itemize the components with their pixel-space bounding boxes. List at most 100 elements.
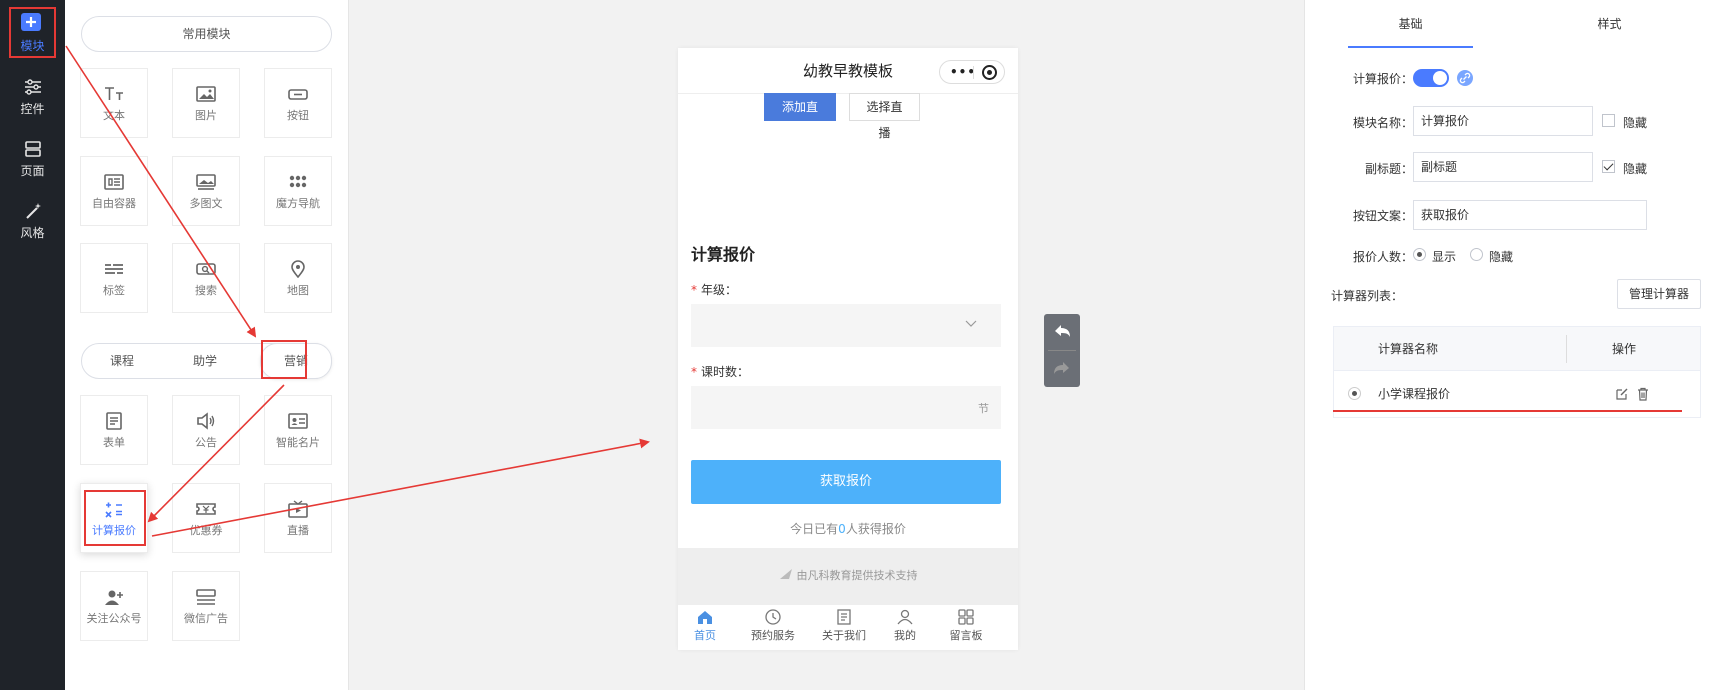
phone-preview: 幼教早教模板 ••• 添加直播 选择直播 计算报价 * 年级： * 课时数： 节 获… xyxy=(678,48,1018,650)
multi-image-icon xyxy=(196,174,216,190)
get-quote-button[interactable]: 获取报价 xyxy=(691,460,1001,504)
ad-banner-icon xyxy=(196,589,216,605)
calc-quote-toggle[interactable] xyxy=(1413,69,1449,87)
undo-icon xyxy=(1055,325,1070,337)
image-icon xyxy=(196,86,216,102)
module-tile-image[interactable]: 图片 xyxy=(172,68,240,138)
container-icon xyxy=(104,174,124,190)
tab-common-modules[interactable]: 常用模块 xyxy=(82,17,331,51)
module-tile-announcement[interactable]: 公告 xyxy=(172,395,240,465)
speaker-icon xyxy=(197,412,215,430)
module-tile-coupon[interactable]: 优惠券 xyxy=(172,483,240,553)
module-panel: 常用模块 文本 图片 按钮 自由容器 多图文 魔方导航 标签 搜索 地图 课程 … xyxy=(65,0,349,690)
redo-button[interactable] xyxy=(1044,351,1080,387)
annotation-box-calc-quote xyxy=(84,490,146,546)
quote-count-label: 报价人数： xyxy=(1352,250,1413,264)
settings-panel: 基础 样式 计算报价： 模块名称： 计算报价 隐藏 副标题： 副标题 隐藏 按钮… xyxy=(1304,0,1724,690)
edit-icon[interactable] xyxy=(1615,387,1629,401)
user-icon xyxy=(897,609,913,625)
subtitle-hide-label: 隐藏 xyxy=(1623,162,1648,176)
nav-item-label: 控件 xyxy=(20,102,45,116)
module-tile-form[interactable]: 表单 xyxy=(80,395,148,465)
magic-wand-icon xyxy=(25,203,41,219)
manage-calculators-button[interactable]: 管理计算器 xyxy=(1617,279,1701,309)
tag-lines-icon xyxy=(105,264,123,274)
tab-style[interactable]: 样式 xyxy=(1547,0,1672,48)
table-header: 计算器名称 操作 xyxy=(1334,327,1700,371)
tab-message-board[interactable]: 留言板 xyxy=(932,609,1000,643)
document-icon xyxy=(837,609,851,625)
module-tile-map[interactable]: 地图 xyxy=(264,243,332,313)
show-radio[interactable] xyxy=(1413,248,1426,261)
module-tile-free-container[interactable]: 自由容器 xyxy=(80,156,148,226)
chevron-down-icon xyxy=(965,320,977,327)
grid-icon xyxy=(958,609,974,625)
tab-booking[interactable]: 预约服务 xyxy=(739,609,807,643)
editor-canvas: 幼教早教模板 ••• 添加直播 选择直播 计算报价 * 年级： * 课时数： 节 获… xyxy=(349,0,1304,690)
module-tile-text[interactable]: 文本 xyxy=(80,68,148,138)
tab-mine[interactable]: 我的 xyxy=(871,609,939,643)
coupon-icon xyxy=(196,503,216,515)
miniapp-capsule[interactable]: ••• xyxy=(939,60,1005,84)
module-tile-multi-image[interactable]: 多图文 xyxy=(172,156,240,226)
hide-radio[interactable] xyxy=(1470,248,1483,261)
calculator-table: 计算器名称 操作 小学课程报价 xyxy=(1333,326,1701,418)
column-header-action: 操作 xyxy=(1612,342,1637,356)
module-tile-smart-card[interactable]: 智能名片 xyxy=(264,395,332,465)
module-tile-follow-account[interactable]: 关注公众号 xyxy=(80,571,148,641)
column-header-name: 计算器名称 xyxy=(1378,342,1439,356)
nav-item-label: 页面 xyxy=(20,164,45,178)
add-live-button[interactable]: 添加直播 xyxy=(764,93,836,140)
module-tile-button[interactable]: 按钮 xyxy=(264,68,332,138)
close-target-icon[interactable] xyxy=(982,65,997,80)
form-icon xyxy=(106,412,122,430)
home-icon xyxy=(698,611,712,624)
nav-item-controls[interactable]: 控件 xyxy=(0,66,65,124)
delete-icon[interactable] xyxy=(1636,387,1650,401)
tech-support-footer: 由凡科教育提供技术支持 xyxy=(678,548,1018,604)
tab-about[interactable]: 关于我们 xyxy=(810,609,878,643)
lesson-count-label: * 课时数： xyxy=(691,365,750,379)
redo-icon xyxy=(1054,362,1069,374)
phone-tabbar: 首页 预约服务 关于我们 我的 留言板 xyxy=(678,604,1018,650)
lesson-unit: 节 xyxy=(978,402,989,415)
clock-icon xyxy=(765,609,781,625)
module-name-hide-checkbox[interactable] xyxy=(1602,114,1615,127)
tab-study-aid[interactable]: 助学 xyxy=(175,344,235,378)
module-name-label: 模块名称： xyxy=(1352,116,1413,130)
tab-basic[interactable]: 基础 xyxy=(1348,0,1473,48)
quote-count-note: 今日已有0人获得报价 xyxy=(790,522,906,536)
annotation-underline xyxy=(1333,410,1682,412)
sliders-icon xyxy=(24,79,41,95)
nav-item-pages[interactable]: 页面 xyxy=(0,128,65,186)
module-tile-live[interactable]: 直播 xyxy=(264,483,332,553)
undo-redo-group xyxy=(1044,314,1080,387)
link-icon[interactable] xyxy=(1457,70,1473,86)
tab-course[interactable]: 课程 xyxy=(92,344,152,378)
module-tile-wechat-ad[interactable]: 微信广告 xyxy=(172,571,240,641)
calc-quote-title: 计算报价 xyxy=(691,245,756,264)
undo-button[interactable] xyxy=(1044,314,1080,350)
module-name-input[interactable]: 计算报价 xyxy=(1413,106,1593,136)
module-tile-search[interactable]: 搜索 xyxy=(172,243,240,313)
follow-user-icon xyxy=(105,590,123,605)
nav-item-style[interactable]: 风格 xyxy=(0,190,65,248)
subtitle-input[interactable]: 副标题 xyxy=(1413,152,1593,182)
text-icon xyxy=(105,87,123,100)
module-name-hide-label: 隐藏 xyxy=(1623,116,1648,130)
subtitle-hide-checkbox[interactable] xyxy=(1602,160,1615,173)
live-tv-icon xyxy=(288,500,308,518)
tab-home[interactable]: 首页 xyxy=(678,609,739,643)
lesson-count-input[interactable]: 节 xyxy=(691,386,1001,429)
nav-item-label: 风格 xyxy=(20,226,45,240)
select-live-button[interactable]: 选择直播 xyxy=(849,93,920,140)
grade-select[interactable] xyxy=(691,304,1001,347)
module-tile-tag[interactable]: 标签 xyxy=(80,243,148,313)
row-select-radio[interactable] xyxy=(1348,387,1361,400)
button-text-input[interactable]: 获取报价 xyxy=(1413,200,1647,230)
phone-header: 幼教早教模板 ••• xyxy=(678,48,1018,94)
subtitle-label: 副标题： xyxy=(1364,162,1413,176)
show-radio-label: 显示 xyxy=(1432,250,1457,264)
left-nav: 模块 控件 页面 风格 xyxy=(0,0,65,690)
module-tile-cube-nav[interactable]: 魔方导航 xyxy=(264,156,332,226)
